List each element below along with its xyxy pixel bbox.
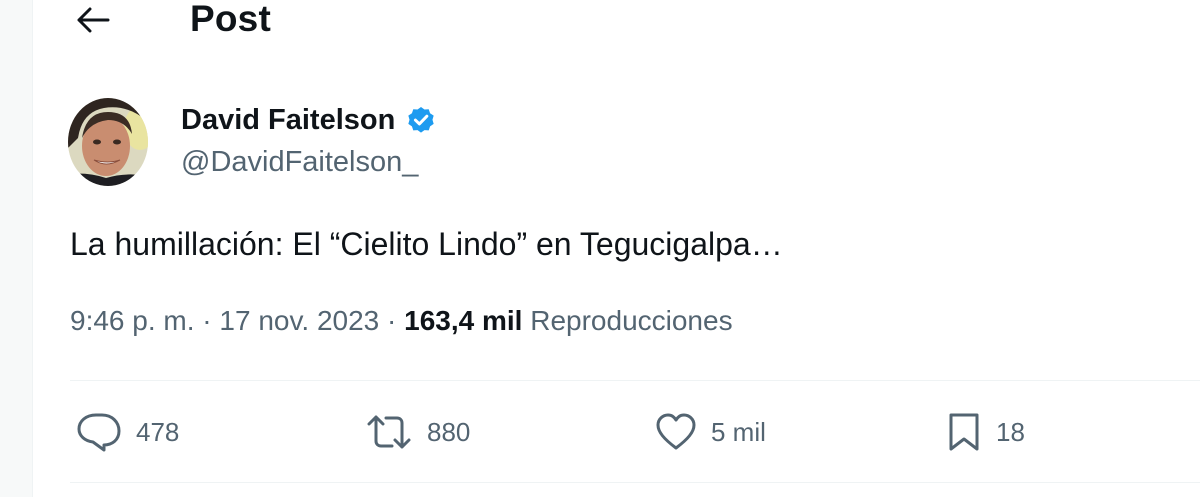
page-title: Post (190, 0, 271, 39)
like-count: 5 mil (711, 416, 766, 447)
tweet-date[interactable]: 17 nov. 2023 (219, 305, 379, 336)
arrow-left-icon (77, 7, 110, 33)
reply-icon (77, 413, 121, 452)
like-button[interactable]: 5 mil (655, 404, 766, 460)
reply-count: 478 (136, 416, 180, 447)
reply-button[interactable]: 478 (76, 404, 179, 460)
repost-icon (367, 415, 411, 449)
action-bar: 478 880 5 mil 18 (33, 404, 1200, 460)
repost-count: 880 (427, 416, 471, 447)
post-header: Post (33, 0, 1200, 40)
views-label: Reproducciones (530, 305, 733, 336)
repost-button[interactable]: 880 (365, 404, 470, 460)
author-handle[interactable]: @DavidFaitelson_ (181, 146, 418, 179)
views-count: 163,4 mil (404, 305, 523, 336)
meta-separator: · (202, 305, 212, 336)
tweet-meta: 9:46 p. m. · 17 nov. 2023 · 163,4 mil Re… (70, 305, 733, 337)
author-name-row: David Faitelson (181, 104, 437, 137)
heart-icon (656, 413, 696, 450)
bookmark-count: 18 (996, 416, 1025, 447)
divider (70, 482, 1200, 483)
post-page: Post David Faitelson @DavidFaitelson_ La… (32, 0, 1200, 497)
bookmark-button[interactable]: 18 (946, 404, 1025, 460)
avatar[interactable] (68, 98, 148, 186)
bookmark-icon (949, 413, 979, 451)
author-display-name[interactable]: David Faitelson (181, 104, 395, 137)
tweet-text: La humillación: El “Cielito Lindo” en Te… (70, 226, 783, 262)
verified-badge-icon (408, 106, 434, 133)
divider (70, 380, 1200, 381)
avatar-image (68, 98, 148, 186)
tweet-time[interactable]: 9:46 p. m. (70, 305, 195, 336)
back-button[interactable] (71, 0, 115, 40)
meta-separator: · (387, 305, 397, 336)
